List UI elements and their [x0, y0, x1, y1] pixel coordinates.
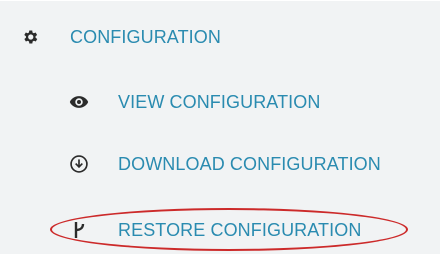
menu-item-view-configuration[interactable]: VIEW CONFIGURATION [68, 90, 320, 114]
menu-item-label: RESTORE CONFIGURATION [118, 219, 362, 240]
menu-header-configuration[interactable]: CONFIGURATION [20, 25, 221, 49]
configuration-menu: CONFIGURATION VIEW CONFIGURATION DOWNLOA… [0, 0, 440, 254]
menu-header-label: CONFIGURATION [70, 26, 221, 47]
download-circle-icon [68, 153, 90, 175]
menu-item-label: DOWNLOAD CONFIGURATION [118, 153, 381, 174]
menu-item-restore-configuration[interactable]: RESTORE CONFIGURATION [68, 218, 361, 242]
restore-icon [68, 219, 90, 241]
menu-item-label: VIEW CONFIGURATION [118, 91, 321, 112]
menu-item-download-configuration[interactable]: DOWNLOAD CONFIGURATION [68, 152, 381, 176]
eye-icon [68, 91, 90, 113]
gear-icon [20, 27, 40, 47]
